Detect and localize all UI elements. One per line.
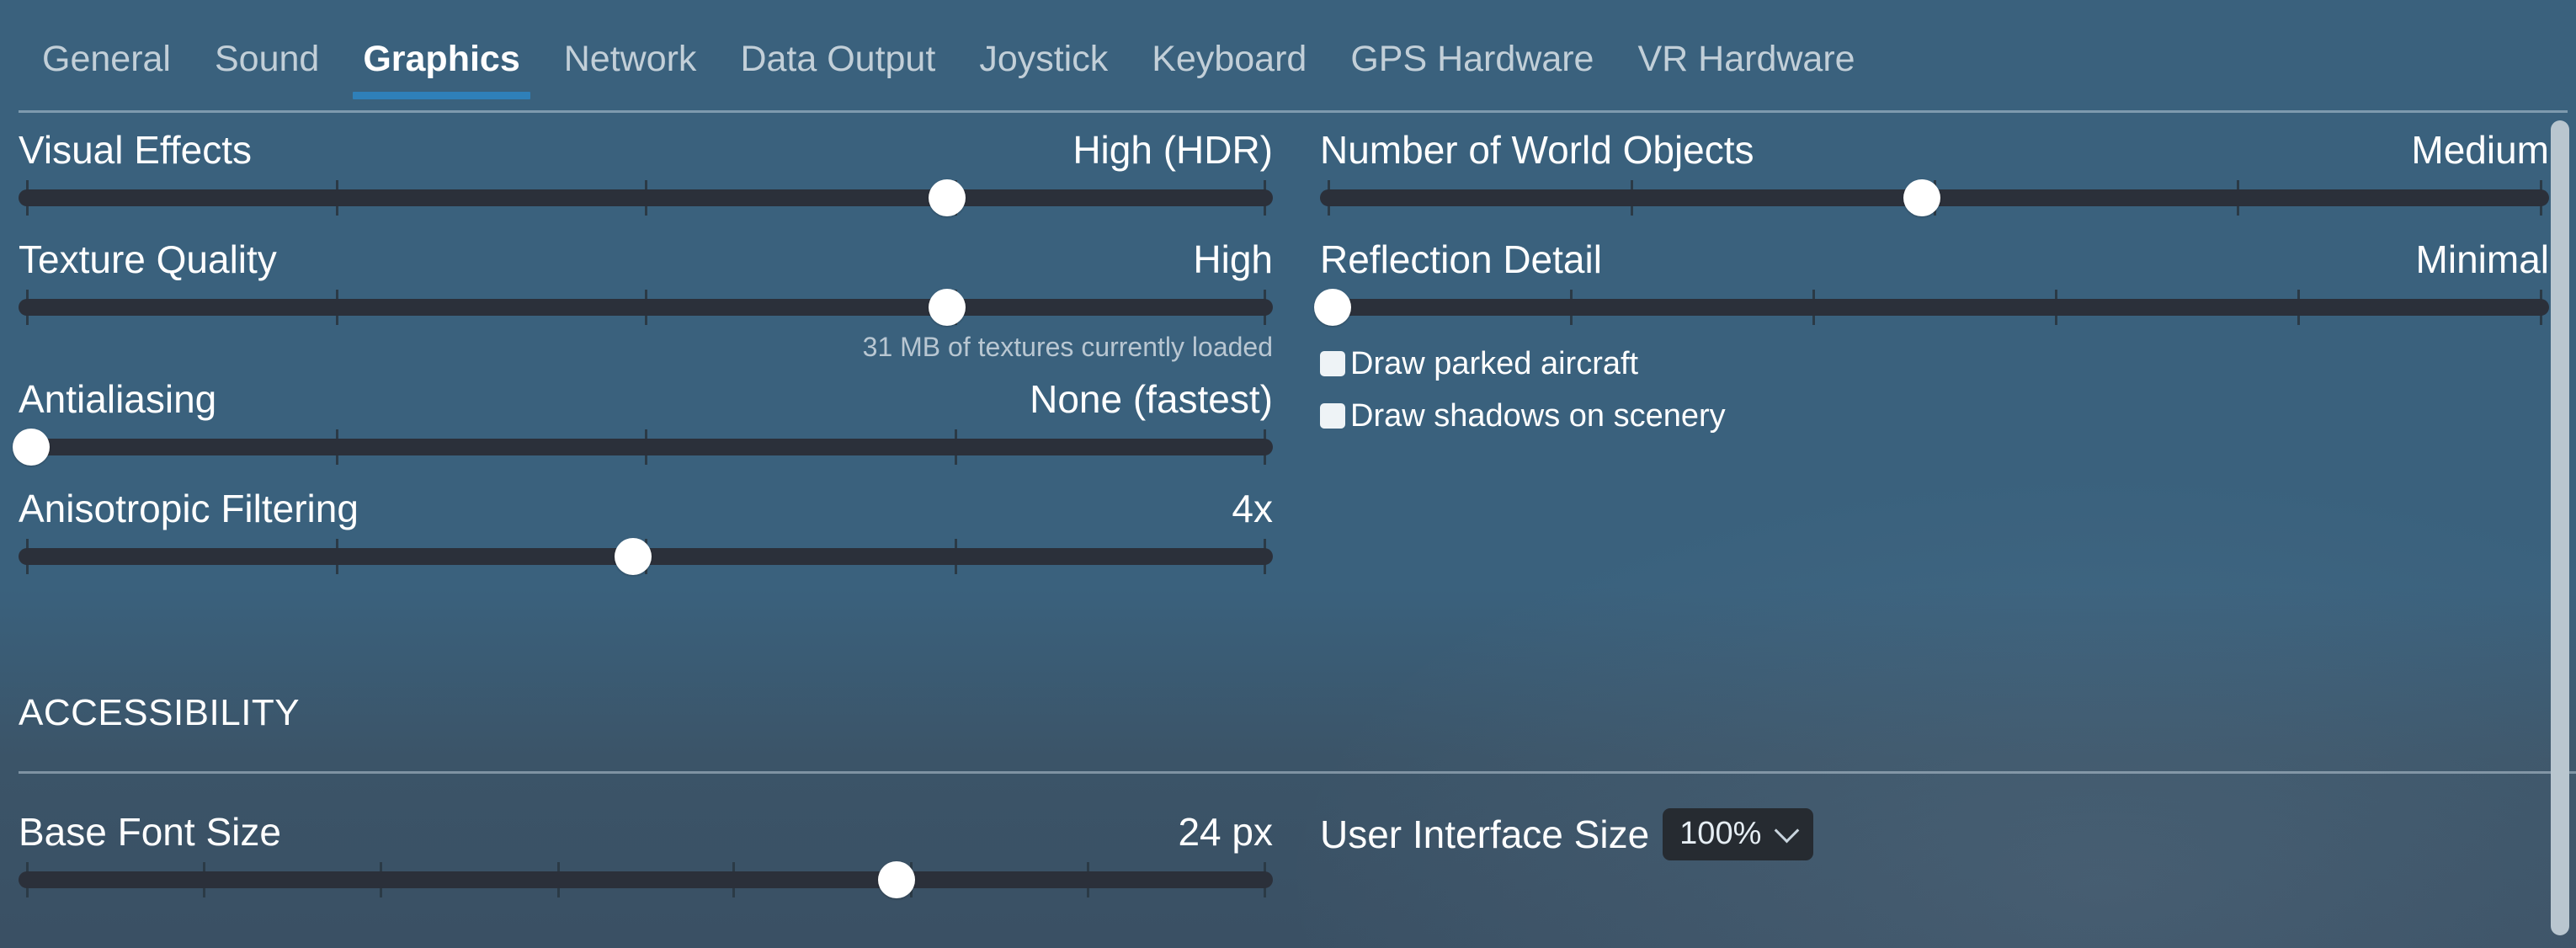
slider-value-reflection-detail: Minimal (2415, 237, 2549, 281)
slider-value-anisotropic-filtering: 4x (1232, 487, 1273, 530)
slider-thumb-texture-quality[interactable] (928, 289, 966, 326)
tab-gps-hardware[interactable]: GPS Hardware (1350, 37, 1594, 99)
slider-row-number-of-world-objects: Number of World Objects Medium (1320, 126, 2549, 217)
checkbox-draw-shadows-on-scenery[interactable] (1320, 403, 1345, 429)
slider-label-antialiasing: Antialiasing (19, 377, 217, 421)
slider-track[interactable] (19, 299, 1273, 316)
slider-label-number-of-world-objects: Number of World Objects (1320, 128, 1754, 172)
slider-row-anisotropic-filtering: Anisotropic Filtering 4x (19, 485, 1273, 576)
slider-thumb-anisotropic-filtering[interactable] (615, 538, 652, 575)
tab-data-output[interactable]: Data Output (740, 37, 935, 99)
slider-anisotropic-filtering[interactable] (19, 537, 1273, 576)
slider-header: Base Font Size 24 px (19, 808, 1273, 855)
slider-thumb-reflection-detail[interactable] (1313, 289, 1351, 326)
slider-header: Number of World Objects Medium (1320, 126, 2549, 173)
slider-header: Texture Quality High (19, 236, 1273, 283)
settings-tab-bar: General Sound Graphics Network Data Output Jo… (0, 37, 2576, 113)
slider-value-base-font-size: 24 px (1178, 810, 1273, 854)
accessibility-left-column: Base Font Size 24 px (19, 808, 1273, 899)
slider-thumb-base-font-size[interactable] (878, 861, 915, 898)
slider-value-texture-quality: High (1193, 237, 1273, 281)
chevron-down-icon (1776, 820, 1798, 842)
settings-window: General Sound Graphics Network Data Output Jo… (0, 0, 2576, 948)
slider-header: Anisotropic Filtering 4x (19, 485, 1273, 532)
slider-track[interactable] (1320, 299, 2549, 316)
tab-joystick[interactable]: Joystick (979, 37, 1108, 99)
slider-row-base-font-size: Base Font Size 24 px (19, 808, 1273, 899)
slider-thumb-visual-effects[interactable] (928, 179, 966, 216)
slider-visual-effects[interactable] (19, 178, 1273, 217)
slider-antialiasing[interactable] (12, 428, 1273, 466)
vertical-scrollbar-thumb[interactable] (2551, 120, 2569, 935)
slider-label-texture-quality: Texture Quality (19, 237, 277, 281)
checkbox-label-draw-shadows-on-scenery: Draw shadows on scenery (1350, 398, 1726, 434)
accessibility-divider (19, 771, 2576, 774)
tab-keyboard[interactable]: Keyboard (1152, 37, 1307, 99)
checkbox-draw-parked-aircraft[interactable] (1320, 351, 1345, 376)
tab-sound[interactable]: Sound (215, 37, 319, 99)
slider-track[interactable] (19, 871, 1273, 888)
slider-thumb-antialiasing[interactable] (12, 429, 50, 466)
user-interface-size-label: User Interface Size (1320, 812, 1650, 856)
checkbox-label-draw-parked-aircraft: Draw parked aircraft (1350, 346, 1639, 381)
slider-label-base-font-size: Base Font Size (19, 810, 281, 854)
slider-header: Antialiasing None (fastest) (19, 375, 1273, 423)
graphics-right-column: Number of World Objects Medium Reflection … (1313, 126, 2549, 434)
user-interface-size-dropdown[interactable]: 100% (1663, 808, 1814, 860)
slider-track[interactable] (19, 189, 1273, 206)
slider-track[interactable] (19, 439, 1273, 455)
slider-base-font-size[interactable] (19, 860, 1273, 899)
accessibility-heading: ACCESSIBILITY (19, 692, 301, 733)
slider-number-of-world-objects[interactable] (1320, 178, 2549, 217)
slider-note-texture-quality: 31 MB of textures currently loaded (862, 332, 1273, 362)
slider-value-antialiasing: None (fastest) (1030, 377, 1273, 421)
slider-row-texture-quality: Texture Quality High 31 MB of textures cur… (19, 236, 1273, 364)
checkbox-row-draw-shadows-on-scenery[interactable]: Draw shadows on scenery (1320, 397, 2549, 434)
user-interface-size-row: User Interface Size 100% (1320, 808, 2549, 860)
slider-header: Reflection Detail Minimal (1320, 236, 2549, 283)
accessibility-right-column: User Interface Size 100% (1320, 808, 2549, 860)
slider-row-visual-effects: Visual Effects High (HDR) (19, 126, 1273, 217)
slider-row-reflection-detail: Reflection Detail Minimal (1313, 236, 2549, 327)
slider-row-antialiasing: Antialiasing None (fastest) (12, 375, 1273, 466)
slider-value-number-of-world-objects: Medium (2411, 128, 2549, 172)
slider-label-reflection-detail: Reflection Detail (1320, 237, 1602, 281)
tab-vr-hardware[interactable]: VR Hardware (1637, 37, 1855, 99)
slider-reflection-detail[interactable] (1313, 288, 2549, 327)
tab-bar-divider (19, 110, 2568, 113)
slider-header: Visual Effects High (HDR) (19, 126, 1273, 173)
tab-general[interactable]: General (42, 37, 171, 99)
graphics-left-column: Visual Effects High (HDR) Texture Quality H… (12, 126, 1273, 594)
tab-graphics[interactable]: Graphics (353, 37, 531, 99)
slider-label-anisotropic-filtering: Anisotropic Filtering (19, 487, 359, 530)
slider-value-visual-effects: High (HDR) (1072, 128, 1273, 172)
user-interface-size-value: 100% (1679, 816, 1762, 851)
tab-network[interactable]: Network (564, 37, 697, 99)
checkbox-row-draw-parked-aircraft[interactable]: Draw parked aircraft (1320, 345, 2549, 382)
slider-texture-quality[interactable] (19, 288, 1273, 327)
slider-label-visual-effects: Visual Effects (19, 128, 253, 172)
